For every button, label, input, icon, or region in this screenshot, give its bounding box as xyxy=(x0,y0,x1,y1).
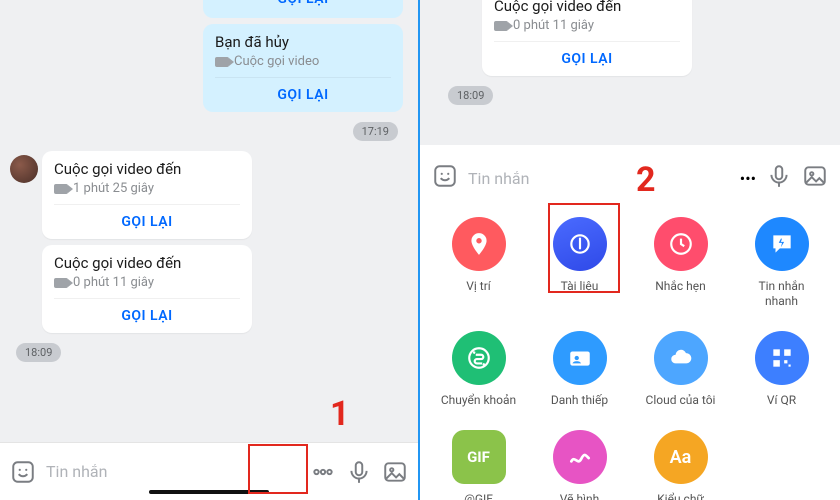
attach-label: Danh thiếp xyxy=(551,393,608,408)
location-icon xyxy=(452,217,506,271)
bubble-sub-text: 0 phút 11 giây xyxy=(73,275,154,290)
bubble-sub: 1 phút 25 giây xyxy=(54,181,240,196)
attach-label: Tài liệu xyxy=(561,279,599,294)
mic-icon[interactable] xyxy=(766,163,792,193)
bubble-title: Cuộc gọi video đến xyxy=(54,160,240,178)
sticker-icon[interactable] xyxy=(432,163,458,193)
bubble-sub-text: 0 phút 11 giây xyxy=(513,18,594,33)
contact-card-icon xyxy=(553,331,607,385)
image-icon[interactable] xyxy=(802,163,828,193)
left-screen: GỌI LẠI Bạn đã hủy Cuộc gọi video GỌI LẠ… xyxy=(0,0,420,500)
attach-label: Tin nhắn nhanh xyxy=(758,279,804,309)
chat-area-top: Cuộc gọi video đến 0 phút 11 giây GỌI LẠ… xyxy=(420,0,840,109)
timestamp-row: 18:09 xyxy=(8,339,410,366)
input-bar: Tin nhắn xyxy=(0,442,418,500)
more-button-active[interactable]: ••• xyxy=(740,169,756,188)
attach-label: Chuyển khoản xyxy=(441,393,516,408)
video-call-icon xyxy=(215,57,229,67)
callback-link[interactable]: GỌI LẠI xyxy=(494,41,680,67)
sticker-icon[interactable] xyxy=(10,459,36,485)
attach-gif[interactable]: GIF @GIF xyxy=(430,430,527,500)
message-input[interactable]: Tin nhắn xyxy=(46,462,300,481)
attach-draw[interactable]: Vẽ hình xyxy=(531,430,628,500)
call-bubble-self-partial[interactable]: GỌI LẠI xyxy=(203,0,403,18)
bubble-sub: 0 phút 11 giây xyxy=(494,18,680,33)
chat-area: GỌI LẠI Bạn đã hủy Cuộc gọi video GỌI LẠ… xyxy=(0,0,418,366)
timestamp-row: 17:19 xyxy=(8,118,410,145)
more-button[interactable] xyxy=(310,459,336,485)
callback-link[interactable]: GỌI LẠI xyxy=(215,0,391,9)
attach-label: Vị trí xyxy=(466,279,491,294)
call-bubble-self-cancelled[interactable]: Bạn đã hủy Cuộc gọi video GỌI LẠI xyxy=(203,24,403,112)
attach-location[interactable]: Vị trí xyxy=(430,217,527,309)
attach-label: Kiểu chữ xyxy=(657,492,704,500)
image-icon[interactable] xyxy=(382,459,408,485)
bubble-sub: Cuộc gọi video xyxy=(215,54,391,69)
transfer-icon xyxy=(452,331,506,385)
document-icon xyxy=(553,217,607,271)
mic-icon[interactable] xyxy=(346,459,372,485)
attach-reminder[interactable]: Nhắc hẹn xyxy=(632,217,729,309)
callback-link[interactable]: GỌI LẠI xyxy=(215,77,391,103)
attach-label: Nhắc hẹn xyxy=(655,279,706,294)
timestamp: 18:09 xyxy=(448,86,493,105)
clock-icon xyxy=(654,217,708,271)
attach-document[interactable]: Tài liệu xyxy=(531,217,628,309)
timestamp: 18:09 xyxy=(16,343,61,362)
attach-label: @GIF xyxy=(464,492,493,500)
callback-link[interactable]: GỌI LẠI xyxy=(54,204,240,230)
attach-quick-message[interactable]: Tin nhắn nhanh xyxy=(733,217,830,309)
timestamp: 17:19 xyxy=(353,122,398,141)
call-bubble-incoming[interactable]: Cuộc gọi video đến 0 phút 11 giây GỌI LẠ… xyxy=(482,0,692,76)
video-call-icon xyxy=(494,21,508,31)
attach-label: Vẽ hình xyxy=(560,492,600,500)
attach-font-style[interactable]: Aa Kiểu chữ xyxy=(632,430,729,500)
draw-icon xyxy=(553,430,607,484)
font-style-icon: Aa xyxy=(654,430,708,484)
attach-contact-card[interactable]: Danh thiếp xyxy=(531,331,628,408)
attach-transfer[interactable]: Chuyển khoản xyxy=(430,331,527,408)
flash-message-icon xyxy=(755,217,809,271)
call-bubble-incoming-2[interactable]: Cuộc gọi video đến 0 phút 11 giây GỌI LẠ… xyxy=(42,245,252,333)
avatar[interactable] xyxy=(10,155,38,183)
highlight-number-1: 1 xyxy=(330,394,350,434)
bubble-title: Bạn đã hủy xyxy=(215,33,391,51)
timestamp-row: 18:09 xyxy=(428,82,832,109)
callback-link[interactable]: GỌI LẠI xyxy=(54,298,240,324)
call-bubble-incoming-1[interactable]: Cuộc gọi video đến 1 phút 25 giây GỌI LẠ… xyxy=(42,151,252,239)
qr-icon xyxy=(755,331,809,385)
input-bar: Tin nhắn ••• xyxy=(420,153,840,203)
video-call-icon xyxy=(54,184,68,194)
bubble-sub: 0 phút 11 giây xyxy=(54,275,240,290)
message-input[interactable]: Tin nhắn xyxy=(468,169,730,188)
bubble-sub-text: 1 phút 25 giây xyxy=(73,181,154,196)
attach-my-cloud[interactable]: Cloud của tôi xyxy=(632,331,729,408)
home-indicator xyxy=(149,490,269,494)
bubble-title: Cuộc gọi video đến xyxy=(494,0,680,15)
gif-icon: GIF xyxy=(452,430,506,484)
attachment-panel: Tin nhắn ••• Vị trí Tài liệu xyxy=(420,145,840,500)
video-call-icon xyxy=(54,278,68,288)
bubble-sub-text: Cuộc gọi video xyxy=(234,54,319,69)
attach-label: Cloud của tôi xyxy=(646,393,716,408)
attachment-grid: Vị trí Tài liệu Nhắc hẹn Tin nhắn nhanh xyxy=(420,203,840,500)
bubble-title: Cuộc gọi video đến xyxy=(54,254,240,272)
attach-label: Ví QR xyxy=(767,393,796,408)
attach-qr-wallet[interactable]: Ví QR xyxy=(733,331,830,408)
cloud-icon xyxy=(654,331,708,385)
right-screen: Cuộc gọi video đến 0 phút 11 giây GỌI LẠ… xyxy=(420,0,840,500)
